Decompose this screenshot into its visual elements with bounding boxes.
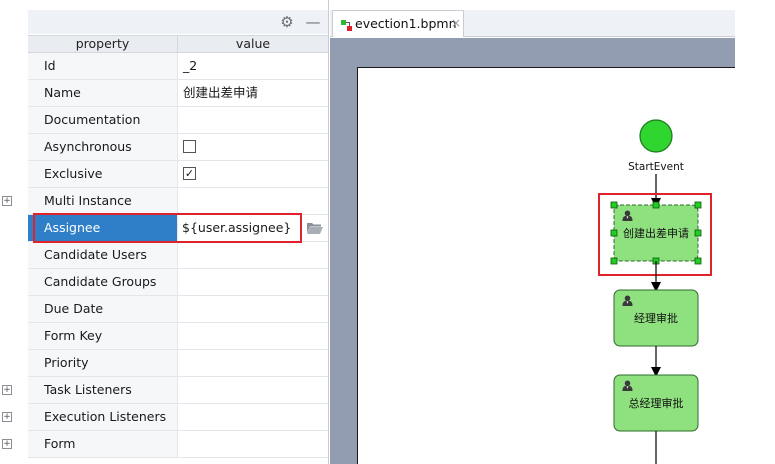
property-row-exclusive[interactable]: Exclusive ✓ [28,161,328,188]
property-name: Execution Listeners [28,404,178,430]
tab-title: evection1.bpmn [355,16,457,31]
property-value: ✓ [178,161,328,187]
property-row-candidate-users[interactable]: Candidate Users [28,242,328,269]
property-row-form-key[interactable]: Form Key [28,323,328,350]
property-value[interactable] [178,242,328,268]
properties-table-header: property value [28,35,328,53]
properties-panel: ⚙ — property value Id _2 Name 创建出差申请 Doc… [0,0,329,464]
property-name: Documentation [28,107,178,133]
property-value [178,134,328,160]
property-name: Multi Instance [28,188,178,214]
property-row-documentation[interactable]: Documentation [28,107,328,134]
property-value[interactable] [178,377,328,403]
value-column-header: value [235,36,271,51]
property-row-asynchronous[interactable]: Asynchronous [28,134,328,161]
property-name: Name [28,80,178,106]
start-event-label: StartEvent [628,161,684,173]
property-name: Form [28,431,178,457]
diagram-canvas[interactable]: StartEvent 创建出差申请 经理审批 总经理审批 [330,38,735,464]
property-row-priority[interactable]: Priority [28,350,328,377]
property-value[interactable] [178,404,328,430]
property-row-candidate-groups[interactable]: Candidate Groups [28,269,328,296]
folder-open-icon[interactable] [306,220,324,236]
minimize-icon[interactable]: — [304,13,322,31]
properties-table: Id _2 Name 创建出差申请 Documentation Asynchro… [2,53,328,458]
property-value[interactable]: 创建出差申请 [178,80,328,106]
assignee-highlight-box [33,213,302,243]
property-row-form[interactable]: + Form [2,431,328,458]
editor-tab-bar: evection1.bpmn × [330,10,735,37]
bpmn-diagram[interactable]: StartEvent 创建出差申请 经理审批 总经理审批 [358,68,736,464]
property-row-id[interactable]: Id _2 [28,53,328,80]
task-label: 经理审批 [634,311,678,325]
property-value[interactable] [178,350,328,376]
property-value[interactable] [178,107,328,133]
property-name: Asynchronous [28,134,178,160]
start-event[interactable] [639,119,673,153]
property-column-header: property [28,36,178,52]
asynchronous-checkbox[interactable] [183,140,196,153]
property-row-multi-instance[interactable]: + Multi Instance [2,188,328,215]
property-value[interactable] [178,296,328,322]
task-label: 总经理审批 [629,396,684,410]
property-row-due-date[interactable]: Due Date [28,296,328,323]
task-label: 创建出差申请 [623,226,689,240]
diagram-paper[interactable]: StartEvent 创建出差申请 经理审批 总经理审批 [357,67,735,464]
property-name: Due Date [28,296,178,322]
property-name: Form Key [28,323,178,349]
property-row-name[interactable]: Name 创建出差申请 [28,80,328,107]
property-value[interactable]: _2 [178,53,328,79]
tab-evection1-bpmn[interactable]: evection1.bpmn × [332,10,464,37]
property-value[interactable] [178,323,328,349]
close-icon[interactable]: × [451,11,461,36]
gear-icon[interactable]: ⚙ [278,13,296,31]
expand-icon[interactable]: + [2,385,12,395]
property-name: Candidate Groups [28,269,178,295]
bpmn-file-icon [341,19,352,31]
expand-icon[interactable]: + [2,412,12,422]
property-name: Exclusive [28,161,178,187]
property-row-execution-listeners[interactable]: + Execution Listeners [2,404,328,431]
property-name: Task Listeners [28,377,178,403]
expand-icon[interactable]: + [2,196,12,206]
property-value[interactable] [178,188,328,214]
properties-toolbar: ⚙ — [28,10,328,34]
property-value[interactable] [178,269,328,295]
property-value[interactable] [178,431,328,457]
property-name: Candidate Users [28,242,178,268]
property-row-task-listeners[interactable]: + Task Listeners [2,377,328,404]
expand-icon[interactable]: + [2,439,12,449]
property-name: Priority [28,350,178,376]
exclusive-checkbox[interactable]: ✓ [183,167,196,180]
property-name: Id [28,53,178,79]
